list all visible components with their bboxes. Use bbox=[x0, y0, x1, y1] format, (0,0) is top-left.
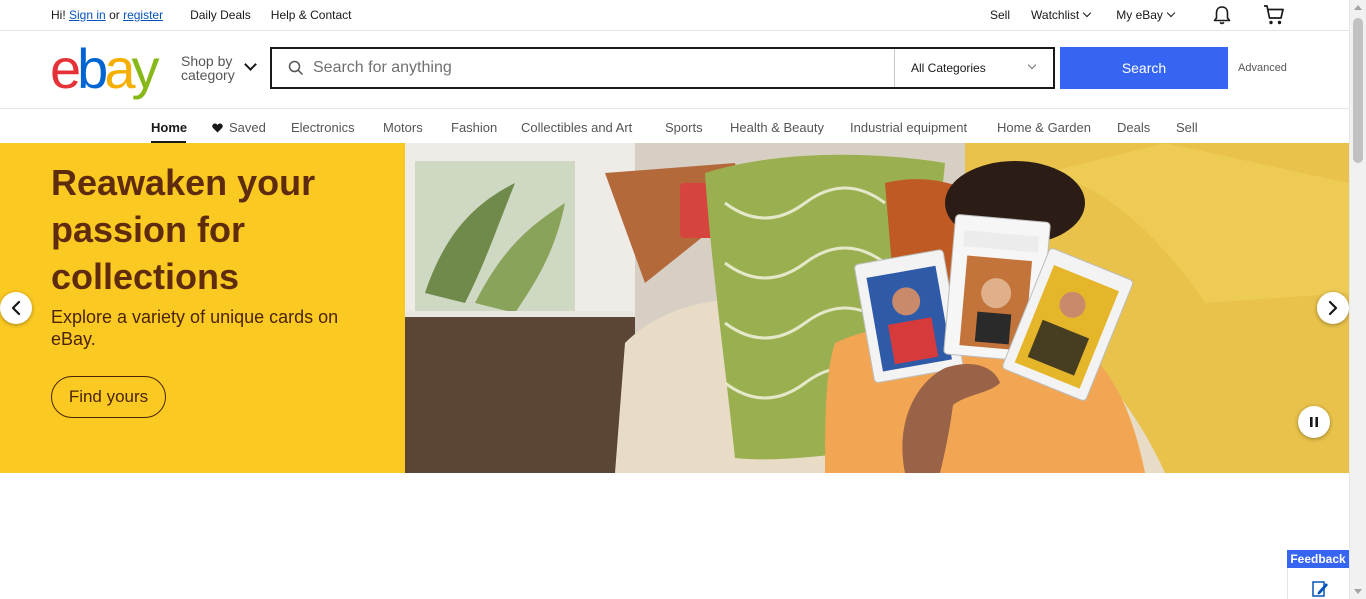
watchlist-menu[interactable]: Watchlist bbox=[1031, 8, 1092, 22]
sign-in-link[interactable]: Sign in bbox=[69, 8, 106, 22]
chevron-down-icon bbox=[1027, 60, 1037, 70]
feedback-button[interactable]: Feedback bbox=[1287, 550, 1349, 568]
nav-item-electronics[interactable]: Electronics bbox=[291, 120, 355, 135]
nav-item-deals[interactable]: Deals bbox=[1117, 120, 1150, 135]
nav-item-sports[interactable]: Sports bbox=[665, 120, 703, 135]
sell-link[interactable]: Sell bbox=[990, 8, 1010, 22]
logo-letter: b bbox=[77, 37, 108, 100]
nav-item-home-garden[interactable]: Home & Garden bbox=[997, 120, 1091, 135]
top-utility-bar: Hi! Sign in or register Daily Deals Help… bbox=[0, 0, 1349, 31]
nav-item-home[interactable]: Home bbox=[151, 120, 187, 135]
nav-item-saved[interactable]: Saved bbox=[212, 120, 266, 135]
carousel-pause-button[interactable] bbox=[1298, 406, 1330, 438]
vertical-scrollbar[interactable] bbox=[1349, 0, 1366, 599]
nav-item-motors[interactable]: Motors bbox=[383, 120, 423, 135]
pause-icon bbox=[1310, 417, 1318, 427]
cart-icon[interactable] bbox=[1263, 4, 1285, 26]
or-text: or bbox=[109, 8, 120, 22]
scroll-up-icon[interactable] bbox=[1354, 5, 1362, 10]
carousel-next-button[interactable] bbox=[1317, 292, 1349, 324]
hero-carousel: Reawaken your passion for collections Ex… bbox=[0, 143, 1349, 473]
watchlist-label: Watchlist bbox=[1031, 8, 1080, 22]
nav-saved-label: Saved bbox=[229, 120, 266, 135]
my-ebay-menu[interactable]: My eBay bbox=[1116, 8, 1176, 22]
category-select-value: All Categories bbox=[911, 61, 986, 75]
nav-item-health-beauty[interactable]: Health & Beauty bbox=[730, 120, 824, 135]
search-icon bbox=[288, 60, 304, 76]
logo-letter: y bbox=[131, 37, 159, 100]
help-contact-link[interactable]: Help & Contact bbox=[271, 8, 352, 22]
nav-item-industrial[interactable]: Industrial equipment bbox=[850, 120, 967, 135]
shop-by-category-button[interactable]: Shop by category bbox=[181, 53, 257, 83]
chevron-right-icon bbox=[1328, 301, 1338, 315]
nav-item-collectibles[interactable]: Collectibles and Art bbox=[521, 120, 632, 135]
top-bar-left: Hi! Sign in or register Daily Deals Help… bbox=[51, 8, 352, 22]
logo-letter: a bbox=[104, 37, 135, 100]
feedback-icon-tab[interactable] bbox=[1287, 568, 1349, 599]
hero-image[interactable] bbox=[405, 143, 1349, 473]
header-bar: ebay Shop by category All Categories Sea… bbox=[0, 31, 1349, 109]
chevron-down-icon bbox=[1166, 8, 1176, 18]
chevron-down-icon bbox=[1083, 8, 1092, 18]
scroll-down-icon[interactable] bbox=[1354, 589, 1362, 594]
chevron-left-icon bbox=[11, 301, 21, 315]
shop-by-line2: category bbox=[181, 67, 235, 83]
search-bar: All Categories bbox=[270, 47, 1055, 89]
chevron-down-icon bbox=[244, 58, 257, 71]
greeting-text: Hi! bbox=[51, 8, 66, 22]
search-button[interactable]: Search bbox=[1060, 47, 1228, 89]
scrollbar-thumb[interactable] bbox=[1353, 18, 1363, 163]
search-input[interactable] bbox=[272, 49, 892, 87]
my-ebay-label: My eBay bbox=[1116, 8, 1163, 22]
hero-headline: Reawaken your passion for collections bbox=[51, 162, 316, 297]
feedback-icon bbox=[1312, 581, 1328, 597]
ebay-logo[interactable]: ebay bbox=[50, 37, 159, 100]
logo-letter: e bbox=[50, 37, 81, 100]
category-nav: Home Saved Electronics Motors Fashion Co… bbox=[0, 110, 1349, 143]
carousel-previous-button[interactable] bbox=[0, 292, 32, 324]
bell-icon[interactable] bbox=[1212, 5, 1232, 25]
hero-text-panel: Reawaken your passion for collections Ex… bbox=[0, 143, 405, 473]
register-link[interactable]: register bbox=[123, 8, 163, 22]
advanced-search-link[interactable]: Advanced bbox=[1238, 62, 1287, 74]
daily-deals-link[interactable]: Daily Deals bbox=[190, 8, 251, 22]
top-bar-right: Sell Watchlist My eBay bbox=[990, 8, 1176, 22]
find-yours-button[interactable]: Find yours bbox=[51, 376, 166, 418]
nav-item-sell[interactable]: Sell bbox=[1176, 120, 1198, 135]
category-select[interactable]: All Categories bbox=[894, 49, 1053, 87]
hero-subtext: Explore a variety of unique cards on eBa… bbox=[51, 307, 339, 349]
heart-icon bbox=[212, 123, 223, 133]
nav-item-fashion[interactable]: Fashion bbox=[451, 120, 497, 135]
shop-by-line1: Shop by bbox=[181, 53, 233, 69]
